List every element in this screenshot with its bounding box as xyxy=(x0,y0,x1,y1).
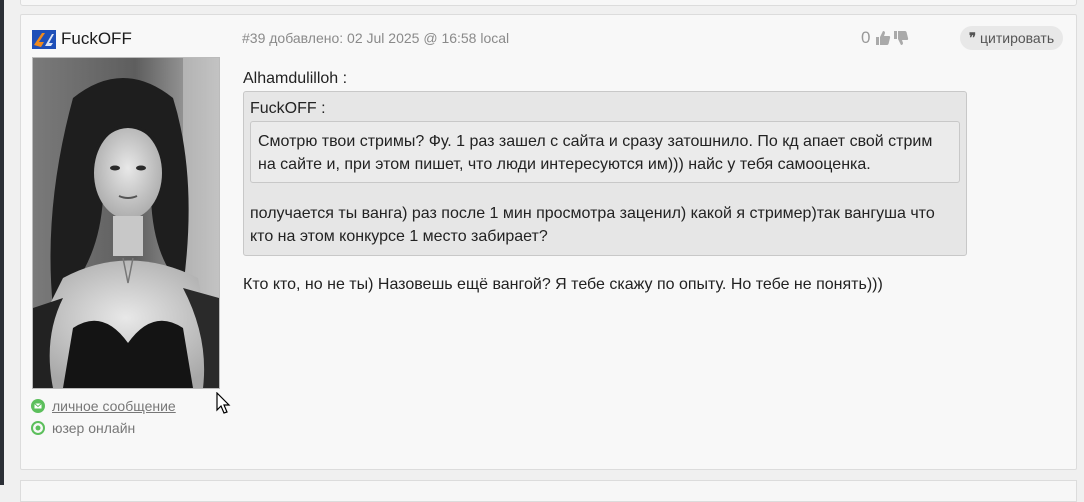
previous-post-card xyxy=(20,0,1077,6)
inner-quote: Смотрю твои стримы? Фу. 1 раз зашел с са… xyxy=(250,121,960,183)
online-status-row: юзер онлайн xyxy=(31,420,135,436)
private-message-row[interactable]: личное сообщение xyxy=(31,398,176,414)
mail-icon xyxy=(31,399,45,413)
quote-button[interactable]: ❞ цитировать xyxy=(960,26,1064,50)
outer-quote: FuckOFF : Смотрю твои стримы? Фу. 1 раз … xyxy=(243,91,967,256)
private-message-link[interactable]: личное сообщение xyxy=(52,398,176,414)
post-body: Alhamdulilloh : FuckOFF : Смотрю твои ст… xyxy=(243,69,983,296)
thumb-down-icon[interactable] xyxy=(893,30,909,46)
thumb-up-icon[interactable] xyxy=(875,30,891,46)
online-status-icon xyxy=(31,421,45,435)
author-name[interactable]: FuckOFF xyxy=(61,29,132,49)
inner-quote-text: Смотрю твои стримы? Фу. 1 раз зашел с са… xyxy=(258,133,933,173)
next-post-card xyxy=(20,480,1077,502)
outer-quote-text: получается ты ванга) раз после 1 мин про… xyxy=(250,205,935,245)
post-rating: 0 xyxy=(861,28,910,48)
inner-quote-author: FuckOFF : xyxy=(250,100,326,117)
quote-icon: ❞ xyxy=(969,30,976,45)
outer-quote-author: Alhamdulilloh : xyxy=(243,70,348,87)
quote-button-label: цитировать xyxy=(980,30,1055,46)
reply-text: Кто кто, но не ты) Назовешь ещё вангой? … xyxy=(243,276,883,293)
avatar[interactable] xyxy=(32,57,220,389)
online-status-label: юзер онлайн xyxy=(52,420,136,436)
rating-count: 0 xyxy=(861,28,871,47)
forum-post: FuckOFF личное сообщение юзер онлайн #39… xyxy=(20,14,1077,470)
post-meta: #39 добавлено: 02 Jul 2025 @ 16:58 local xyxy=(242,30,510,46)
mouse-cursor-icon xyxy=(216,391,232,416)
flag-icon xyxy=(32,29,56,49)
window-edge xyxy=(0,0,4,485)
author-header: FuckOFF xyxy=(32,28,132,50)
